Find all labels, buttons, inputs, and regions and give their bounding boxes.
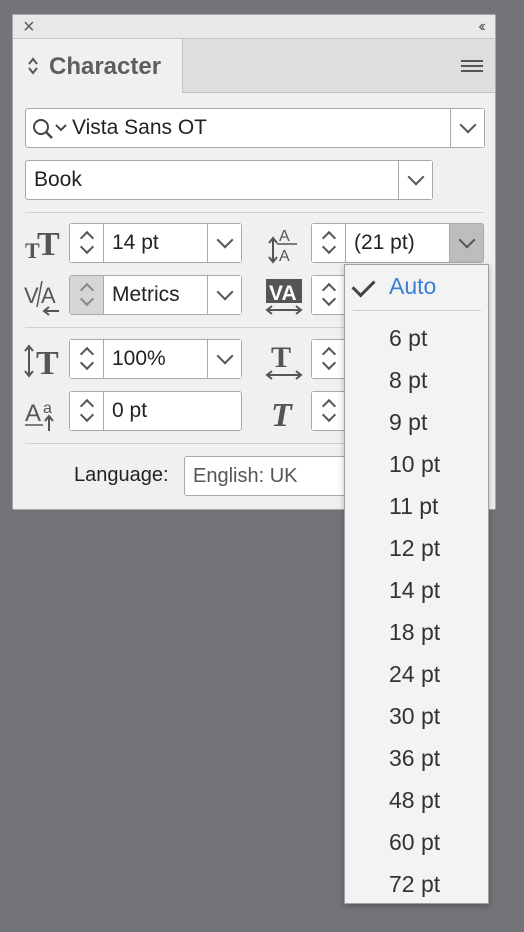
menu-separator xyxy=(353,310,481,311)
menu-item-option[interactable]: 8 pt xyxy=(389,367,427,394)
tracking-stepper[interactable] xyxy=(312,276,346,314)
leading-dropdown-menu: Auto 6 pt 8 pt 9 pt 10 pt 11 pt 12 pt 14 pt 18 … xyxy=(344,264,489,904)
font-size-value: 14 pt xyxy=(112,231,159,254)
menu-item-option[interactable]: 48 pt xyxy=(389,787,440,814)
down-arrow-icon xyxy=(321,291,337,307)
menu-item-option[interactable]: 30 pt xyxy=(389,703,440,730)
leading-dropdown-button[interactable] xyxy=(449,224,483,262)
menu-item-option[interactable]: 6 pt xyxy=(389,325,427,352)
divider xyxy=(25,212,483,213)
baseline-shift-stepper[interactable] xyxy=(70,392,104,430)
svg-text:a: a xyxy=(43,400,52,417)
down-arrow-icon xyxy=(321,407,337,423)
tab-character[interactable]: Character xyxy=(13,39,183,93)
horizontal-scale-icon: T xyxy=(265,341,303,380)
collapse-icon[interactable]: ‹‹ xyxy=(478,17,485,37)
menu-item-option[interactable]: 11 pt xyxy=(389,493,438,520)
vertical-scale-value: 100% xyxy=(112,347,166,370)
svg-text:A: A xyxy=(41,283,56,308)
panel-menu-icon[interactable] xyxy=(461,60,483,74)
kerning-value: Metrics xyxy=(112,283,180,306)
tab-strip: Character xyxy=(13,39,495,93)
tab-label: Character xyxy=(49,53,162,80)
kerning-stepper xyxy=(70,276,104,314)
leading-stepper[interactable] xyxy=(312,224,346,262)
chevron-down-icon xyxy=(458,231,475,249)
menu-item-label: Auto xyxy=(389,273,437,299)
down-arrow-icon xyxy=(321,355,337,371)
menu-item-option[interactable]: 24 pt xyxy=(389,661,440,688)
reorder-arrows-icon xyxy=(28,57,38,75)
down-arrow-icon xyxy=(321,239,337,255)
checkmark-icon xyxy=(351,273,376,298)
font-family-field[interactable]: Vista Sans OT xyxy=(25,108,485,148)
language-label: Language: xyxy=(74,464,169,486)
font-size-stepper[interactable] xyxy=(70,224,104,262)
panel-titlebar[interactable]: × ‹‹ xyxy=(13,15,495,39)
search-icon xyxy=(33,119,67,139)
down-arrow-icon xyxy=(79,239,95,255)
baseline-shift-value: 0 pt xyxy=(112,399,148,422)
tracking-icon: VA xyxy=(265,279,303,315)
vertical-scale-dropdown-button[interactable] xyxy=(207,340,241,378)
language-value: English: UK xyxy=(193,465,298,487)
leading-icon: A A xyxy=(268,228,297,265)
vertical-scale-field[interactable]: 100% xyxy=(69,339,242,379)
menu-item-option[interactable]: 72 pt xyxy=(389,871,440,898)
chevron-down-icon xyxy=(216,231,233,249)
font-style-field[interactable]: Book xyxy=(25,160,433,200)
menu-item-option[interactable]: 14 pt xyxy=(389,577,440,604)
leading-value: (21 pt) xyxy=(354,231,415,254)
menu-item-option[interactable]: 12 pt xyxy=(389,535,440,562)
down-arrow-icon xyxy=(79,407,95,423)
menu-item-auto[interactable]: Auto xyxy=(345,265,488,309)
svg-text:T: T xyxy=(36,345,59,381)
chevron-down-icon xyxy=(216,283,233,301)
svg-text:T: T xyxy=(37,226,60,263)
skew-stepper[interactable] xyxy=(312,392,346,430)
baseline-shift-field[interactable]: 0 pt xyxy=(69,391,242,431)
vertical-scale-stepper[interactable] xyxy=(70,340,104,378)
font-family-dropdown-button[interactable] xyxy=(450,109,484,147)
menu-item-option[interactable]: 18 pt xyxy=(389,619,440,646)
leading-field[interactable]: (21 pt) xyxy=(311,223,484,263)
svg-text:A: A xyxy=(25,400,41,427)
baseline-shift-icon: A a xyxy=(25,400,54,431)
down-arrow-icon xyxy=(79,291,95,307)
kerning-field[interactable]: Metrics xyxy=(69,275,242,315)
font-family-value: Vista Sans OT xyxy=(72,116,208,139)
kerning-icon: V A xyxy=(24,280,59,316)
chevron-down-icon xyxy=(216,347,233,365)
kerning-dropdown-button[interactable] xyxy=(207,276,241,314)
menu-item-option[interactable]: 60 pt xyxy=(389,829,440,856)
svg-text:VA: VA xyxy=(269,282,297,305)
svg-text:T: T xyxy=(271,397,293,433)
close-icon[interactable]: × xyxy=(23,16,35,38)
character-rotation-icon: T xyxy=(271,397,293,433)
font-size-dropdown-button[interactable] xyxy=(207,224,241,262)
chevron-down-icon xyxy=(459,116,476,134)
font-size-icon: T T xyxy=(25,226,60,263)
vertical-scale-icon: T xyxy=(24,344,59,381)
menu-item-option[interactable]: 10 pt xyxy=(389,451,440,478)
menu-item-option[interactable]: 9 pt xyxy=(389,409,427,436)
menu-item-option[interactable]: 36 pt xyxy=(389,745,440,772)
font-size-field[interactable]: 14 pt xyxy=(69,223,242,263)
svg-text:V: V xyxy=(24,283,39,308)
down-arrow-icon xyxy=(79,355,95,371)
svg-text:T: T xyxy=(271,341,291,374)
font-style-dropdown-button[interactable] xyxy=(398,161,432,199)
svg-text:A: A xyxy=(279,248,290,265)
horizontal-scale-stepper[interactable] xyxy=(312,340,346,378)
chevron-down-icon xyxy=(407,168,424,186)
language-field[interactable]: English: UK xyxy=(184,456,354,496)
font-style-value: Book xyxy=(34,168,82,191)
svg-text:A: A xyxy=(279,228,290,245)
